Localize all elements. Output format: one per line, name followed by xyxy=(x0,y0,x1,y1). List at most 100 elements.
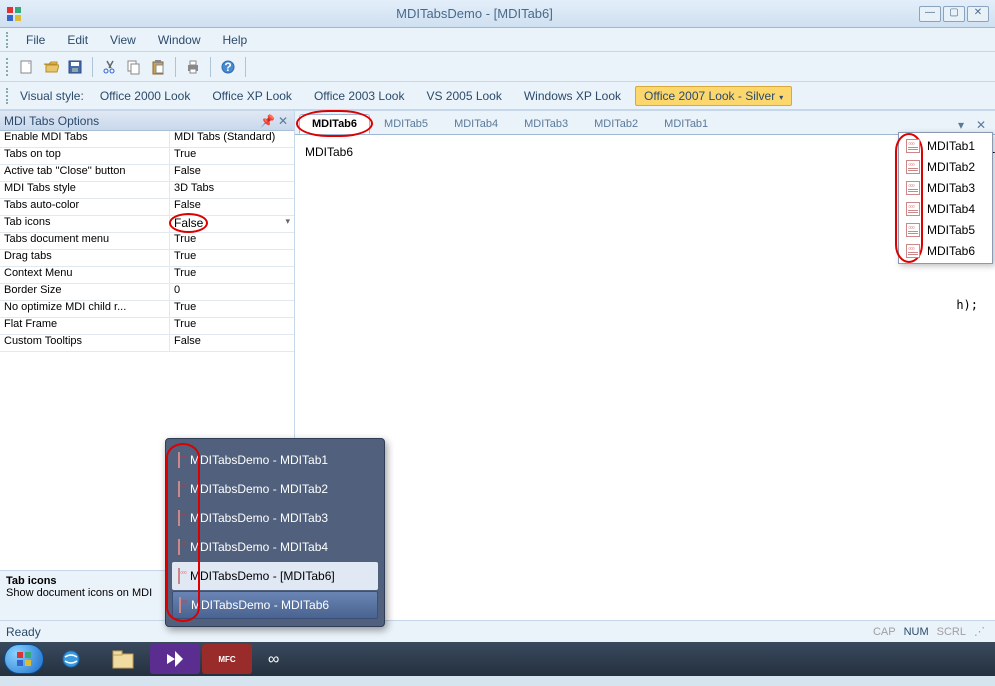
dropdown-item[interactable]: MDITab2 xyxy=(901,156,990,177)
property-name: Border Size xyxy=(0,284,170,300)
tab-mditab5[interactable]: MDITab5 xyxy=(372,114,440,134)
menu-window[interactable]: Window xyxy=(148,31,211,49)
pin-icon[interactable]: 📌 xyxy=(260,114,274,128)
document-icon xyxy=(905,201,921,217)
tab-mditab4[interactable]: MDITab4 xyxy=(442,114,510,134)
property-value[interactable]: True xyxy=(170,233,294,249)
property-value[interactable]: False xyxy=(170,199,294,215)
property-row[interactable]: Tabs auto-colorFalse xyxy=(0,199,294,216)
divider xyxy=(175,57,176,77)
switcher-item[interactable]: MDITabsDemo - MDITab1 xyxy=(172,446,378,474)
switcher-item[interactable]: MDITabsDemo - MDITab6 xyxy=(172,591,378,619)
property-name: No optimize MDI child r... xyxy=(0,301,170,317)
start-button[interactable] xyxy=(4,644,44,674)
svg-text:?: ? xyxy=(224,60,231,74)
save-button[interactable] xyxy=(64,56,86,78)
property-value[interactable]: True xyxy=(170,267,294,283)
status-cap: CAP xyxy=(869,626,900,638)
tab-mditab6[interactable]: MDITab6 xyxy=(299,114,370,134)
document-icon xyxy=(905,159,921,175)
switcher-item[interactable]: MDITabsDemo - MDITab3 xyxy=(172,504,378,532)
property-row[interactable]: Enable MDI TabsMDI Tabs (Standard) xyxy=(0,131,294,148)
taskbar-explorer[interactable] xyxy=(98,644,148,674)
menu-help[interactable]: Help xyxy=(213,31,258,49)
open-button[interactable] xyxy=(40,56,62,78)
property-value[interactable]: True xyxy=(170,301,294,317)
dropdown-item[interactable]: MDITab5 xyxy=(901,219,990,240)
property-row[interactable]: Tabs on topTrue xyxy=(0,148,294,165)
switcher-item[interactable]: MDITabsDemo - [MDITab6] xyxy=(172,562,378,590)
dropdown-item[interactable]: MDITab3 xyxy=(901,177,990,198)
property-row[interactable]: Custom TooltipsFalse xyxy=(0,335,294,352)
statusbar: Ready CAP NUM SCRL ⋰ xyxy=(0,620,995,642)
switcher-item[interactable]: MDITabsDemo - MDITab4 xyxy=(172,533,378,561)
tab-mditab2[interactable]: MDITab2 xyxy=(582,114,650,134)
switcher-item[interactable]: MDITabsDemo - MDITab2 xyxy=(172,475,378,503)
new-button[interactable] xyxy=(16,56,38,78)
toolbar: ? xyxy=(0,52,995,82)
property-value[interactable]: 3D Tabs xyxy=(170,182,294,198)
tab-mditab1[interactable]: MDITab1 xyxy=(652,114,720,134)
main-area: MDI Tabs Options 📌 ✕ Enable MDI TabsMDI … xyxy=(0,110,995,620)
property-value[interactable]: 0 xyxy=(170,284,294,300)
property-row[interactable]: Context MenuTrue xyxy=(0,267,294,284)
property-row[interactable]: Active tab ''Close'' buttonFalse xyxy=(0,165,294,182)
maximize-button[interactable]: ▢ xyxy=(943,6,965,22)
dropdown-label: MDITab1 xyxy=(927,139,975,153)
taskbar-mfc[interactable]: MFC xyxy=(202,644,252,674)
window-title: MDITabsDemo - [MDITab6] xyxy=(30,6,919,21)
property-value[interactable]: False xyxy=(170,335,294,351)
menubar: File Edit View Window Help xyxy=(0,28,995,52)
paste-button[interactable] xyxy=(147,56,169,78)
property-row[interactable]: MDI Tabs style3D Tabs xyxy=(0,182,294,199)
property-row[interactable]: Tab iconsFalse xyxy=(0,216,294,233)
style-office2007-silver[interactable]: Office 2007 Look - Silver▾ xyxy=(635,86,792,106)
tab-mditab3[interactable]: MDITab3 xyxy=(512,114,580,134)
close-button[interactable]: ✕ xyxy=(967,6,989,22)
grip-icon xyxy=(6,88,10,104)
style-officexp[interactable]: Office XP Look xyxy=(204,87,300,105)
copy-button[interactable] xyxy=(123,56,145,78)
divider xyxy=(245,57,246,77)
property-value[interactable]: False xyxy=(170,165,294,181)
property-name: MDI Tabs style xyxy=(0,182,170,198)
resize-grip-icon[interactable]: ⋰ xyxy=(970,625,989,638)
cut-button[interactable] xyxy=(99,56,121,78)
grip-icon xyxy=(6,32,10,48)
taskbar-ie[interactable] xyxy=(46,644,96,674)
minimize-button[interactable]: — xyxy=(919,6,941,22)
style-winxp[interactable]: Windows XP Look xyxy=(516,87,629,105)
dropdown-label: MDITab6 xyxy=(927,244,975,258)
property-value[interactable]: MDI Tabs (Standard) xyxy=(170,131,294,147)
document-icon xyxy=(178,453,180,467)
content-area: MDITab6 MDITab5 MDITab4 MDITab3 MDITab2 … xyxy=(295,111,995,620)
property-value[interactable]: True xyxy=(170,148,294,164)
property-row[interactable]: Tabs document menuTrue xyxy=(0,233,294,250)
property-value[interactable]: False xyxy=(170,216,294,232)
menu-file[interactable]: File xyxy=(16,31,55,49)
property-value[interactable]: True xyxy=(170,318,294,334)
dropdown-item[interactable]: MDITab1 xyxy=(901,135,990,156)
taskbar: MFC ∞ xyxy=(0,642,995,676)
property-name: Custom Tooltips xyxy=(0,335,170,351)
property-row[interactable]: Drag tabsTrue xyxy=(0,250,294,267)
property-row[interactable]: Flat FrameTrue xyxy=(0,318,294,335)
taskbar-visualstudio[interactable] xyxy=(150,644,200,674)
dropdown-item[interactable]: MDITab4 xyxy=(901,198,990,219)
property-row[interactable]: No optimize MDI child r...True xyxy=(0,301,294,318)
style-office2000[interactable]: Office 2000 Look xyxy=(92,87,199,105)
dropdown-item[interactable]: MDITab6 xyxy=(901,240,990,261)
menu-edit[interactable]: Edit xyxy=(57,31,98,49)
property-name: Drag tabs xyxy=(0,250,170,266)
document-icon xyxy=(905,180,921,196)
taskbar-infinity[interactable]: ∞ xyxy=(254,644,304,674)
close-icon[interactable]: ✕ xyxy=(276,114,290,128)
style-office2003[interactable]: Office 2003 Look xyxy=(306,87,413,105)
menu-view[interactable]: View xyxy=(100,31,146,49)
property-value[interactable]: True xyxy=(170,250,294,266)
about-button[interactable]: ? xyxy=(217,56,239,78)
style-vs2005[interactable]: VS 2005 Look xyxy=(418,87,509,105)
print-button[interactable] xyxy=(182,56,204,78)
property-row[interactable]: Border Size0 xyxy=(0,284,294,301)
grip-icon xyxy=(6,58,10,76)
